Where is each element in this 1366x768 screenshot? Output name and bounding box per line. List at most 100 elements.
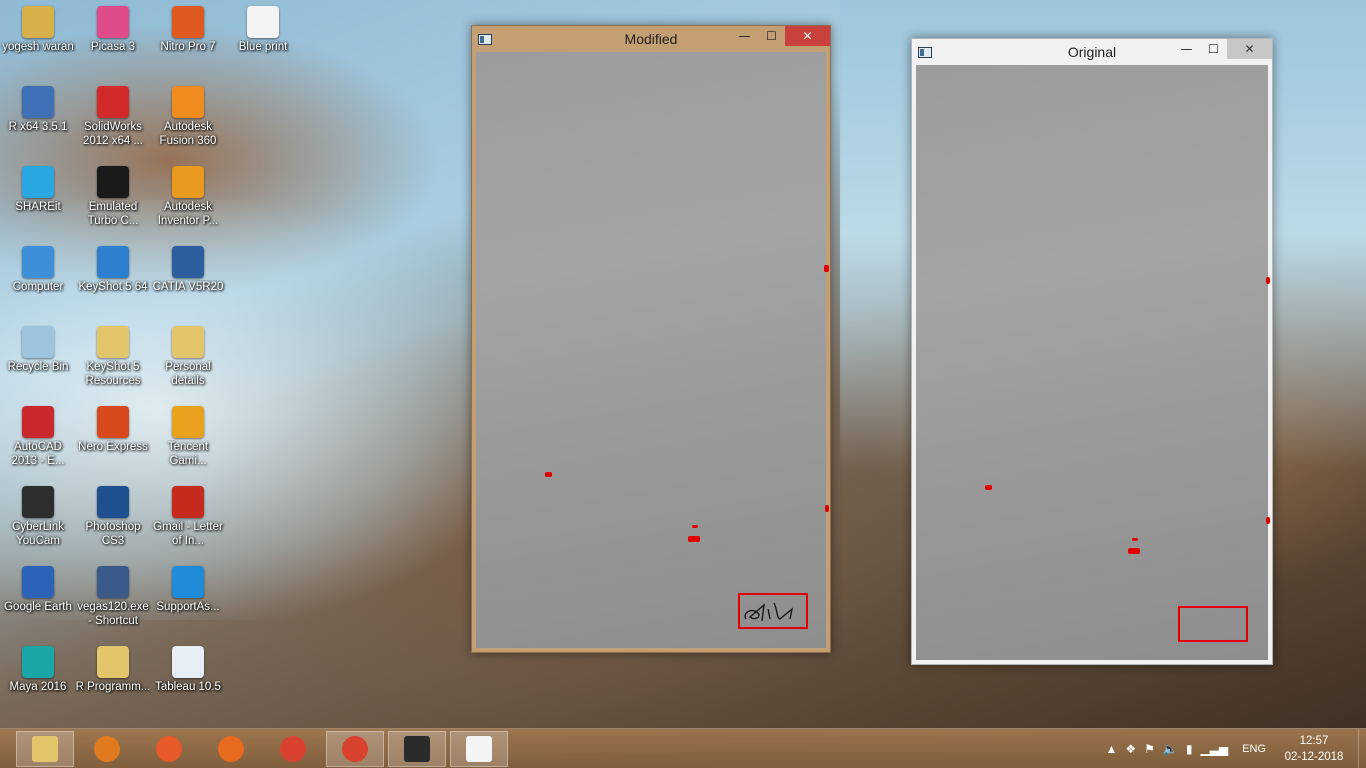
diff-marker [825,505,829,512]
autocad-icon [22,406,54,438]
desktop-icon[interactable]: Picasa 3 [75,0,151,78]
folder-icon [97,326,129,358]
folder-user-icon [22,6,54,38]
maximize-button[interactable]: ☐ [758,26,785,46]
taskbar-button-gallery-app[interactable] [140,731,198,767]
nero-icon [97,406,129,438]
system-tray: ▲ ❖ ⚑ 🔈 ▮ ▁▃▅ ENG 12:57 02-12-2018 [1101,729,1366,768]
battery-icon[interactable]: ▮ [1186,742,1193,756]
nitro-icon [172,6,204,38]
language-indicator[interactable]: ENG [1242,743,1266,755]
desktop-icon-label: yogesh waran [2,41,74,53]
modified-window[interactable]: Modified — ☐ ✕ [471,25,831,653]
desktop-icon-label: CyberLink YouCam [12,521,64,547]
desktop-icon[interactable]: Tencent Gami... [150,400,226,478]
modified-image-canvas [476,52,829,648]
taskbar-button-chrome-2[interactable] [326,731,384,767]
diff-marker [545,472,552,477]
terminal-icon [404,736,430,762]
desktop-icon[interactable]: SHAREit [0,160,76,238]
clock[interactable]: 12:57 02-12-2018 [1276,733,1352,765]
photoshop-icon [97,486,129,518]
modified-titlebar[interactable]: Modified — ☐ ✕ [472,26,830,52]
action-center-flag-icon[interactable]: ⚑ [1144,742,1155,756]
desktop-icon-label: Nero Express [78,441,148,453]
vegas-icon [97,566,129,598]
diff-marker [692,525,698,528]
taskbar-button-command-prompt[interactable] [388,731,446,767]
desktop-icon[interactable]: Recycle Bin [0,320,76,398]
folder-icon [97,646,129,678]
desktop-icon[interactable]: yogesh waran [0,0,76,78]
taskbar-button-java-app[interactable] [78,731,136,767]
shareit-icon [22,166,54,198]
dropbox-icon[interactable]: ❖ [1125,742,1136,756]
tableau-icon [172,646,204,678]
desktop-icon[interactable]: KeyShot 5 64 [75,240,151,318]
desktop-icon[interactable]: Photoshop CS3 [75,480,151,558]
desktop-icon[interactable]: Google Earth [0,560,76,638]
original-image-canvas [916,65,1270,660]
pdf-icon [172,486,204,518]
show-hidden-icons-icon[interactable]: ▲ [1105,742,1117,756]
taskbar-button-firefox[interactable] [202,731,260,767]
folder-icon [172,326,204,358]
taskbar-button-chrome[interactable] [264,731,322,767]
desktop-icon[interactable]: Tableau 10.5 [150,640,226,718]
clock-date: 02-12-2018 [1284,751,1344,763]
desktop-icon[interactable]: AutoCAD 2013 - E... [0,400,76,478]
desktop-icon-label: Recycle Bin [7,361,69,373]
clock-time: 12:57 [1299,735,1329,747]
blank-document-icon [466,736,492,762]
desktop-icon[interactable]: Autodesk Inventor P... [150,160,226,238]
desktop-icon[interactable]: R Programm... [75,640,151,718]
diff-marker [1266,517,1270,524]
desktop-icon[interactable]: Personal details [150,320,226,398]
folder-icon [32,736,58,762]
desktop-icon[interactable]: Gmail - Letter of In... [150,480,226,558]
support-icon [172,566,204,598]
minimize-button[interactable]: — [731,26,758,46]
document-icon [247,6,279,38]
desktop-icon[interactable]: vegas120.exe - Shortcut [75,560,151,638]
desktop-icon-label: R x64 3.5.1 [8,121,68,133]
desktop-icon[interactable]: SupportAs... [150,560,226,638]
network-signal-icon[interactable]: ▁▃▅ [1200,742,1228,756]
taskbar-button-file-explorer[interactable] [16,731,74,767]
turbo-c-icon [97,166,129,198]
chrome-icon [280,736,306,762]
desktop-icon-label: Photoshop CS3 [85,521,141,547]
desktop-icon-label: Autodesk Fusion 360 [159,121,217,147]
original-titlebar[interactable]: Original — ☐ ✕ [912,39,1272,65]
desktop-icon[interactable]: Nero Express [75,400,151,478]
desktop-icon[interactable]: SolidWorks 2012 x64 ... [75,80,151,158]
picasa-icon [97,6,129,38]
desktop-icon[interactable]: KeyShot 5 Resources [75,320,151,398]
diff-marker [1266,277,1270,284]
show-desktop-button[interactable] [1358,729,1366,768]
desktop-icon-label: Emulated Turbo C... [87,201,139,227]
close-button[interactable]: ✕ [1227,39,1272,59]
desktop-icon[interactable]: Maya 2016 [0,640,76,718]
close-button[interactable]: ✕ [785,26,830,46]
inventor-icon [172,166,204,198]
desktop-icon[interactable]: Nitro Pro 7 [150,0,226,78]
desktop-icon-label: Tencent Gami... [167,441,209,467]
maximize-button[interactable]: ☐ [1200,39,1227,59]
youcam-icon [22,486,54,518]
desktop-icon[interactable]: Autodesk Fusion 360 [150,80,226,158]
diff-marker [1128,548,1140,554]
desktop-icon[interactable]: R x64 3.5.1 [0,80,76,158]
desktop-icon-label: Computer [12,281,64,293]
taskbar-button-notepad[interactable] [450,731,508,767]
desktop-icon[interactable]: CATIA V5R20 [150,240,226,318]
desktop-icon[interactable]: Blue print [225,0,301,78]
desktop-icon[interactable]: CyberLink YouCam [0,480,76,558]
desktop-icon[interactable]: Emulated Turbo C... [75,160,151,238]
volume-icon[interactable]: 🔈 [1163,742,1178,756]
minimize-button[interactable]: — [1173,39,1200,59]
desktop-icon[interactable]: Computer [0,240,76,318]
original-window[interactable]: Original — ☐ ✕ [911,38,1273,665]
fusion-icon [172,86,204,118]
desktop-icon-label: CATIA V5R20 [152,281,224,293]
